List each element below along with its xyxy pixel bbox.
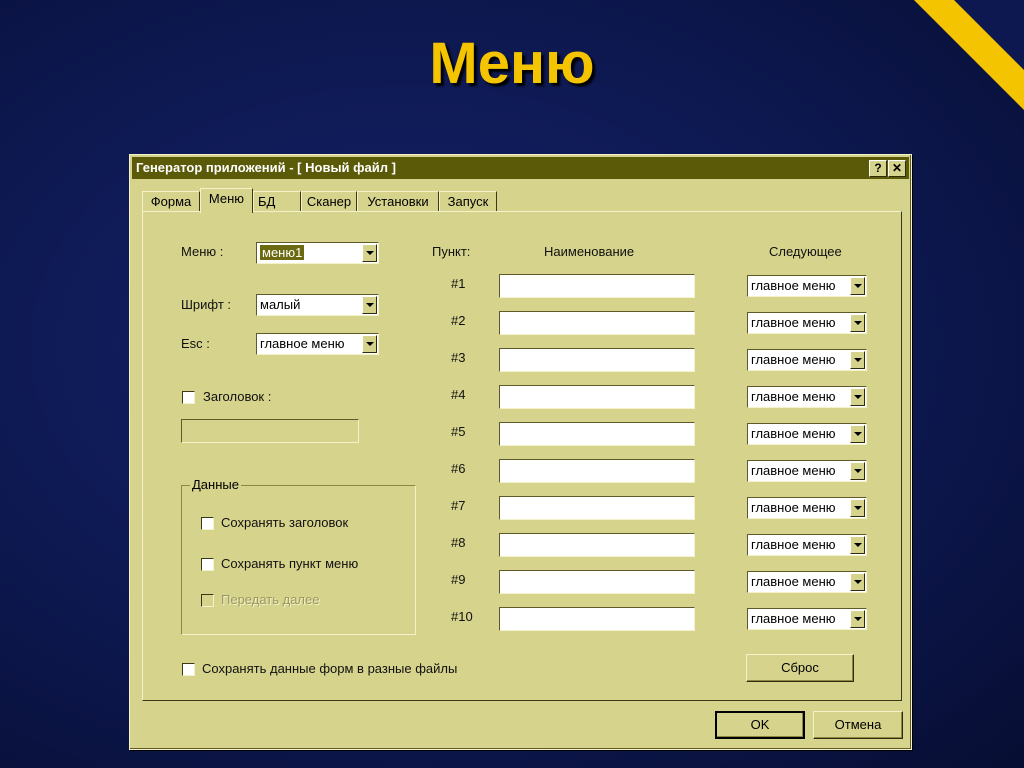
tab-settings[interactable]: Установки <box>357 191 439 212</box>
pass-further-label: Передать далее <box>221 592 320 607</box>
row-number: #3 <box>451 350 466 365</box>
row-name-input[interactable] <box>499 348 695 372</box>
cancel-button[interactable]: Отмена <box>813 711 903 739</box>
save-item-label: Сохранять пункт меню <box>221 556 359 571</box>
row-next-value: главное меню <box>751 389 836 404</box>
help-button[interactable]: ? <box>869 160 887 177</box>
chevron-down-icon[interactable] <box>362 296 377 314</box>
col-name-header: Наименование <box>544 244 635 259</box>
data-group: Данные Сохранять заголовок Сохранять пун… <box>181 477 416 635</box>
tab-launch[interactable]: Запуск <box>439 191 497 212</box>
row-next-select[interactable]: главное меню <box>747 312 867 334</box>
row-number: #5 <box>451 424 466 439</box>
row-next-value: главное меню <box>751 537 836 552</box>
ok-button[interactable]: OK <box>715 711 805 739</box>
save-forms-label: Сохранять данные форм в разные файлы <box>202 661 458 676</box>
col-item-header: Пункт: <box>432 244 471 259</box>
row-next-select[interactable]: главное меню <box>747 608 867 630</box>
chevron-down-icon[interactable] <box>850 388 865 406</box>
row-name-input[interactable] <box>499 311 695 335</box>
close-button[interactable]: ✕ <box>888 160 906 177</box>
row-next-select[interactable]: главное меню <box>747 386 867 408</box>
tab-form[interactable]: Форма <box>142 191 200 212</box>
row-number: #9 <box>451 572 466 587</box>
row-next-value: главное меню <box>751 611 836 626</box>
row-number: #1 <box>451 276 466 291</box>
row-number: #4 <box>451 387 466 402</box>
row-next-select[interactable]: главное меню <box>747 349 867 371</box>
header-checkbox-label: Заголовок : <box>203 389 272 404</box>
save-header-checkbox[interactable] <box>201 517 214 530</box>
font-select[interactable]: малый <box>256 294 379 316</box>
save-item-checkbox[interactable] <box>201 558 214 571</box>
row-name-input[interactable] <box>499 385 695 409</box>
row-name-input[interactable] <box>499 496 695 520</box>
row-next-select[interactable]: главное меню <box>747 275 867 297</box>
row-next-select[interactable]: главное меню <box>747 571 867 593</box>
font-label: Шрифт : <box>181 297 231 312</box>
chevron-down-icon[interactable] <box>850 573 865 591</box>
tab-panel: Меню : меню1 Шрифт : малый Esc : главное… <box>142 211 902 701</box>
header-checkbox[interactable] <box>182 391 195 404</box>
slide-title: Меню <box>429 31 595 96</box>
row-next-value: главное меню <box>751 463 836 478</box>
pass-further-checkbox <box>201 594 214 607</box>
chevron-down-icon[interactable] <box>850 499 865 517</box>
row-name-input[interactable] <box>499 607 695 631</box>
dialog-window: Генератор приложений - [ Новый файл ] ? … <box>129 154 912 750</box>
row-next-select[interactable]: главное меню <box>747 460 867 482</box>
row-name-input[interactable] <box>499 274 695 298</box>
tab-db[interactable]: БД <box>253 191 301 212</box>
row-number: #8 <box>451 535 466 550</box>
col-next-header: Следующее <box>769 244 842 259</box>
row-name-input[interactable] <box>499 459 695 483</box>
chevron-down-icon[interactable] <box>850 277 865 295</box>
chevron-down-icon[interactable] <box>850 536 865 554</box>
row-next-value: главное меню <box>751 500 836 515</box>
menu-select[interactable]: меню1 <box>256 242 379 264</box>
chevron-down-icon[interactable] <box>362 335 377 353</box>
chevron-down-icon[interactable] <box>850 462 865 480</box>
row-next-value: главное меню <box>751 426 836 441</box>
tab-menu[interactable]: Меню <box>200 188 253 213</box>
reset-button[interactable]: Сброс <box>746 654 854 682</box>
row-next-select[interactable]: главное меню <box>747 534 867 556</box>
esc-select[interactable]: главное меню <box>256 333 379 355</box>
menu-label: Меню : <box>181 244 224 259</box>
tab-scanner[interactable]: Сканер <box>301 191 357 212</box>
row-number: #2 <box>451 313 466 328</box>
row-next-value: главное меню <box>751 315 836 330</box>
row-next-value: главное меню <box>751 352 836 367</box>
data-group-title: Данные <box>190 477 241 492</box>
menu-select-value: меню1 <box>260 245 305 260</box>
row-number: #10 <box>451 609 473 624</box>
chevron-down-icon[interactable] <box>850 425 865 443</box>
row-number: #6 <box>451 461 466 476</box>
chevron-down-icon[interactable] <box>850 351 865 369</box>
row-next-select[interactable]: главное меню <box>747 423 867 445</box>
font-select-value: малый <box>260 297 301 312</box>
esc-select-value: главное меню <box>260 336 345 351</box>
row-next-value: главное меню <box>751 278 836 293</box>
chevron-down-icon[interactable] <box>362 244 377 262</box>
chevron-down-icon[interactable] <box>850 610 865 628</box>
row-name-input[interactable] <box>499 570 695 594</box>
save-header-label: Сохранять заголовок <box>221 515 349 530</box>
row-next-value: главное меню <box>751 574 836 589</box>
window-title: Генератор приложений - [ Новый файл ] <box>136 160 396 175</box>
header-input[interactable] <box>181 419 359 443</box>
row-number: #7 <box>451 498 466 513</box>
window-titlebar: Генератор приложений - [ Новый файл ] ? … <box>132 157 909 179</box>
row-next-select[interactable]: главное меню <box>747 497 867 519</box>
save-forms-checkbox[interactable] <box>182 663 195 676</box>
row-name-input[interactable] <box>499 422 695 446</box>
row-name-input[interactable] <box>499 533 695 557</box>
esc-label: Esc : <box>181 336 210 351</box>
chevron-down-icon[interactable] <box>850 314 865 332</box>
